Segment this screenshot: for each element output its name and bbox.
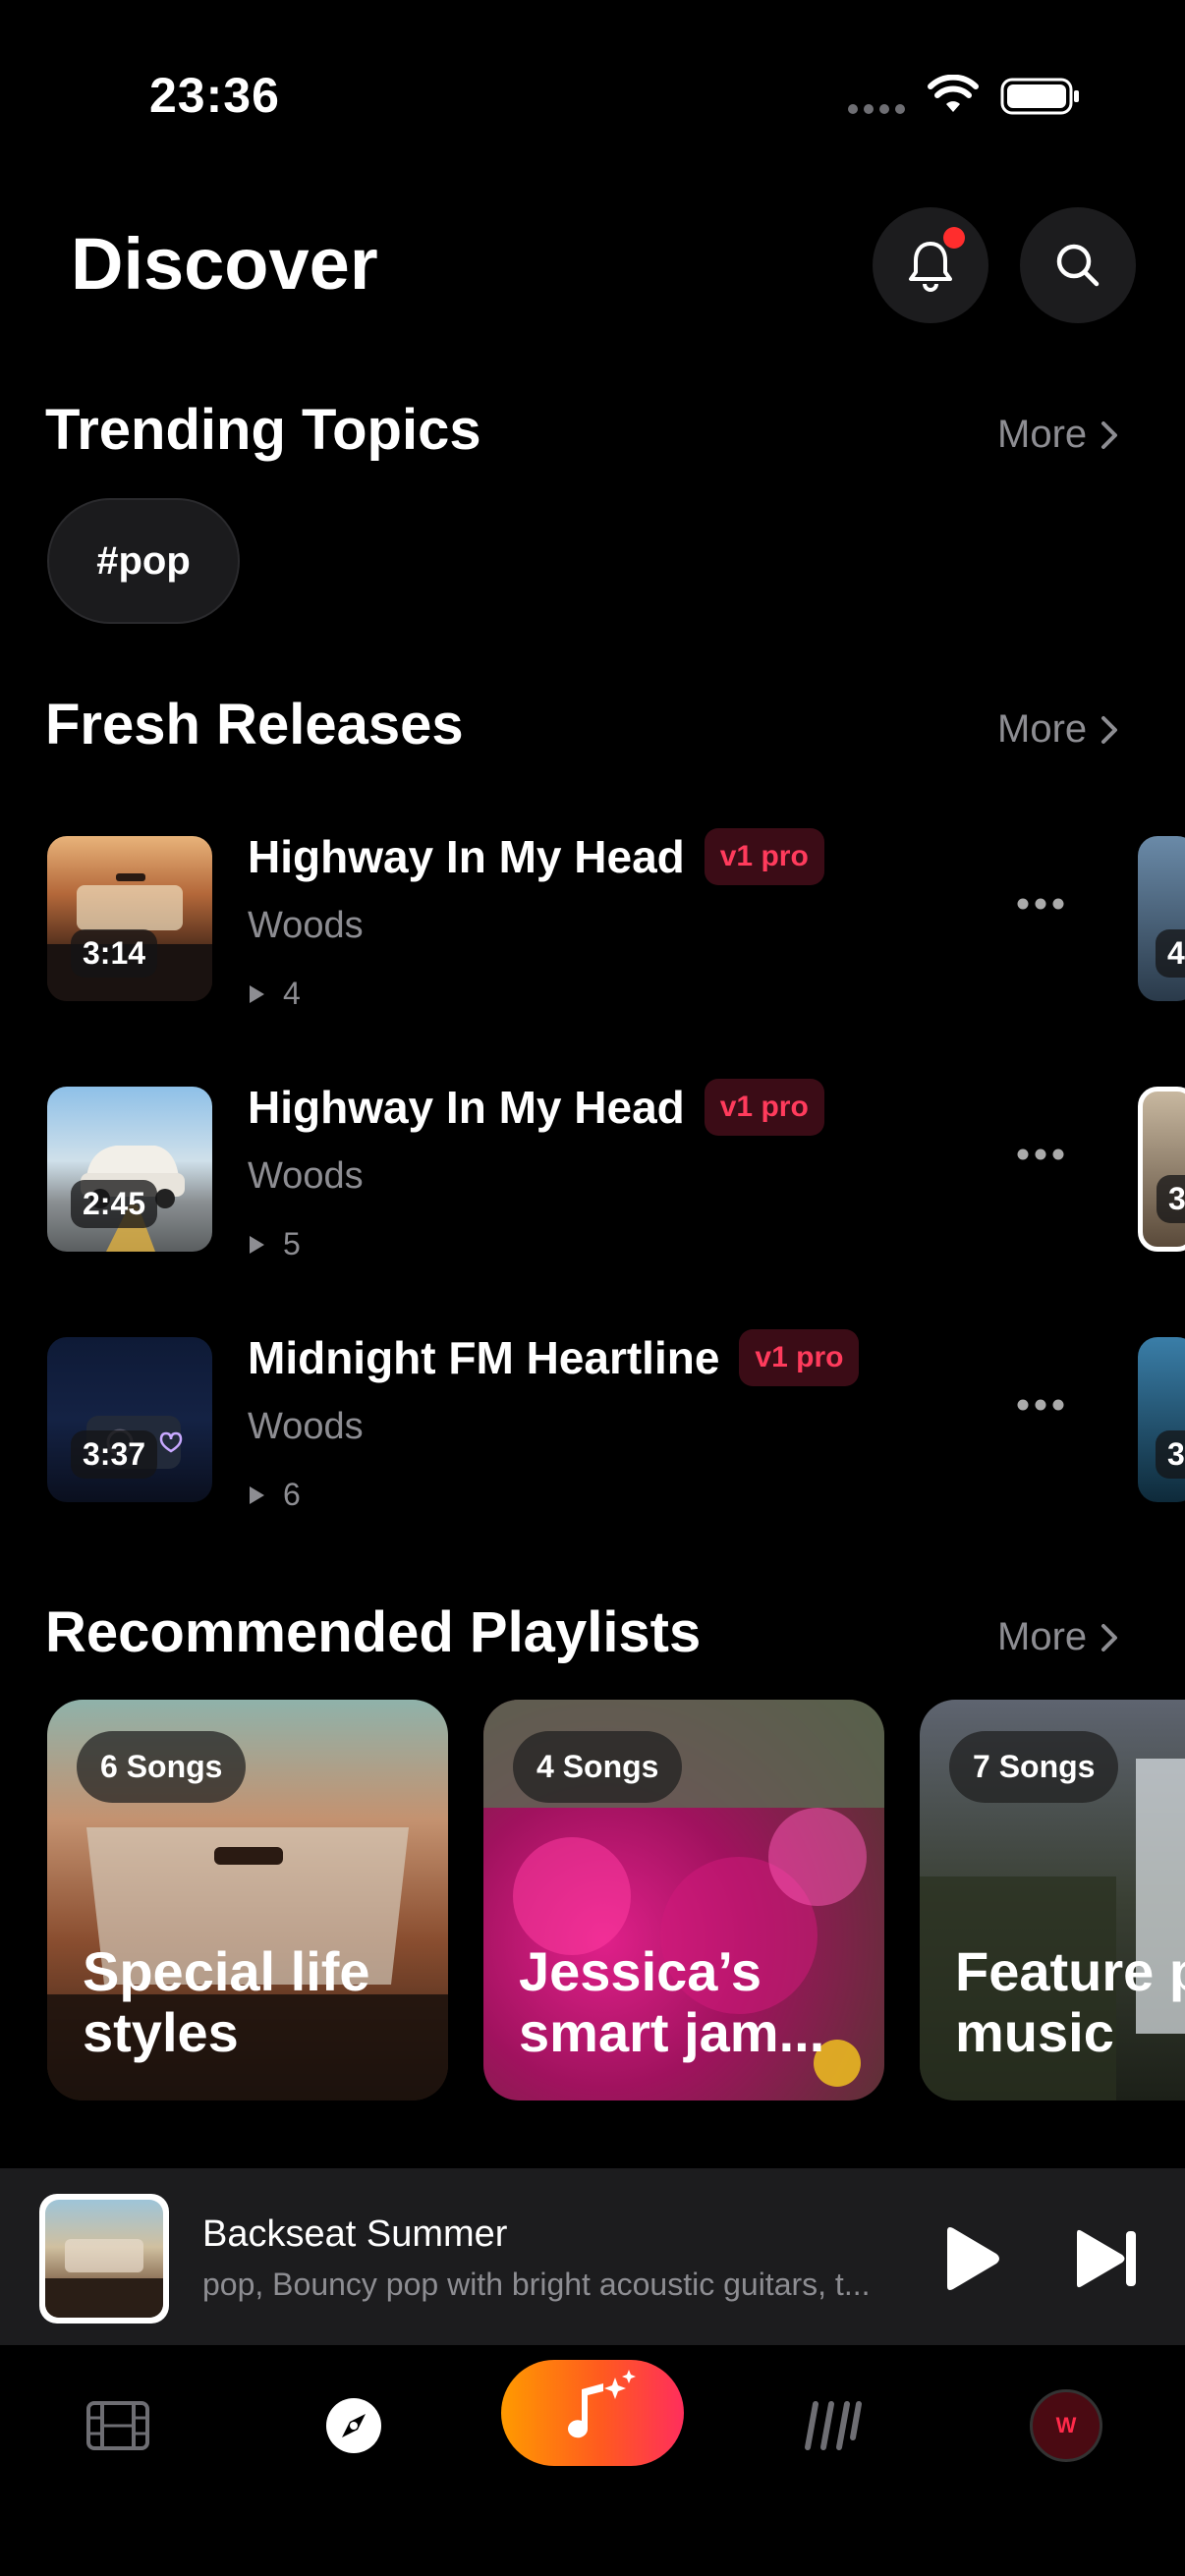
mini-player[interactable]: Backseat Summer pop, Bouncy pop with bri… [0,2168,1185,2345]
create-music-button[interactable] [501,2360,684,2466]
playlist-card[interactable]: 4 Songs Jessica’s smart jam... [483,1700,884,2100]
now-playing-description: pop, Bouncy pop with bright acoustic gui… [202,2267,871,2302]
tab-videos[interactable] [79,2372,157,2480]
skip-next-icon[interactable] [1071,2227,1142,2290]
next-column-cover[interactable]: 3: [1138,1087,1185,1252]
song-duration: 3: [1157,1175,1185,1223]
play-count-icon [250,984,264,1003]
chevron-right-icon [1101,1623,1118,1652]
next-column-cover[interactable]: 4: [1138,836,1185,1001]
search-icon [1056,244,1100,287]
play-icon[interactable] [933,2223,1004,2294]
battery-icon [1000,78,1079,115]
notifications-button[interactable] [873,207,988,323]
film-icon [86,2401,149,2450]
play-count: 5 [248,1226,301,1262]
tab-library[interactable] [786,2372,875,2480]
song-cover: 3:14 [47,836,212,1001]
song-title: Highway In My Head [248,1082,685,1133]
play-count-icon [250,1485,264,1504]
song-cover: 2:45 [47,1087,212,1252]
song-duration: 4: [1156,929,1185,978]
song-artist[interactable]: Woods [248,1406,364,1448]
now-playing-cover [39,2194,169,2324]
model-badge: v1 pro [704,827,824,885]
song-title: Midnight FM Heartline [248,1332,720,1383]
chevron-right-icon [1101,715,1118,744]
more-label: More [997,413,1088,456]
song-row[interactable]: 2:45 Highway In My Head v1 pro Woods 5 3: [0,1078,1185,1261]
cellular-signal-icon [848,104,905,114]
cover-art [45,2239,163,2318]
more-options-icon[interactable] [1016,1398,1065,1412]
now-playing-title: Backseat Summer [202,2213,508,2255]
song-duration: 3:14 [71,929,158,978]
avatar: W [1030,2389,1102,2462]
song-artist[interactable]: Woods [248,1155,364,1198]
song-duration: 3: [1156,1430,1185,1479]
play-count: 4 [248,976,301,1012]
next-column-cover[interactable]: 3: [1138,1337,1185,1502]
song-row[interactable]: 3:14 Highway In My Head v1 pro Woods 4 4: [0,827,1185,1011]
music-sparkle-icon [568,2370,636,2438]
playlist-name-line: Feature p [955,1940,1185,2002]
song-artist[interactable]: Woods [248,905,364,947]
tab-profile[interactable]: W [1030,2372,1102,2480]
playlist-name-line: smart jam... [519,2001,825,2063]
fresh-more-link[interactable]: More [997,707,1118,752]
fresh-releases-title: Fresh Releases [45,693,464,756]
play-count-value: 6 [283,1477,301,1512]
model-badge: v1 pro [704,1078,824,1136]
song-duration: 2:45 [71,1180,158,1228]
play-count-icon [250,1235,264,1254]
song-count-badge: 7 Songs [949,1731,1119,1803]
recommended-playlists-title: Recommended Playlists [45,1600,702,1664]
playlist-name-line: Jessica’s [519,1940,762,2002]
playlist-name: Special life styles [83,1941,436,2063]
topic-chip-pop[interactable]: #pop [47,498,240,624]
library-icon [805,2401,862,2450]
play-count: 6 [248,1477,301,1513]
compass-icon [326,2398,381,2453]
more-label: More [997,1615,1088,1658]
more-label: More [997,707,1088,751]
song-count-badge: 4 Songs [513,1731,683,1803]
search-button[interactable] [1020,207,1136,323]
song-title: Highway In My Head [248,831,685,882]
status-time: 23:36 [149,68,280,123]
song-cover: 3:37 [47,1337,212,1502]
tab-discover[interactable] [314,2372,393,2480]
wifi-icon [928,75,979,112]
play-count-value: 5 [283,1226,301,1261]
page-title: Discover [71,223,378,305]
playlist-name-line: styles [83,2001,239,2063]
playlist-card[interactable]: 7 Songs Feature p music [920,1700,1185,2100]
playlists-more-link[interactable]: More [997,1615,1118,1659]
notification-dot [943,227,965,249]
model-badge: v1 pro [739,1328,860,1386]
playlist-name-line: music [955,2001,1114,2063]
song-duration: 3:37 [71,1430,158,1479]
chevron-right-icon [1101,420,1118,449]
playlist-name: Feature p music [955,1941,1185,2063]
more-options-icon[interactable] [1016,897,1065,911]
more-options-icon[interactable] [1016,1148,1065,1161]
trending-more-link[interactable]: More [997,413,1118,457]
playlist-name: Jessica’s smart jam... [519,1941,873,2063]
song-row[interactable]: 3:37 Midnight FM Heartline v1 pro Woods 6… [0,1328,1185,1512]
playlist-card[interactable]: 6 Songs Special life styles [47,1700,448,2100]
play-count-value: 4 [283,976,301,1011]
song-count-badge: 6 Songs [77,1731,247,1803]
playlist-name-line: Special life [83,1940,370,2002]
trending-topics-title: Trending Topics [45,398,481,462]
